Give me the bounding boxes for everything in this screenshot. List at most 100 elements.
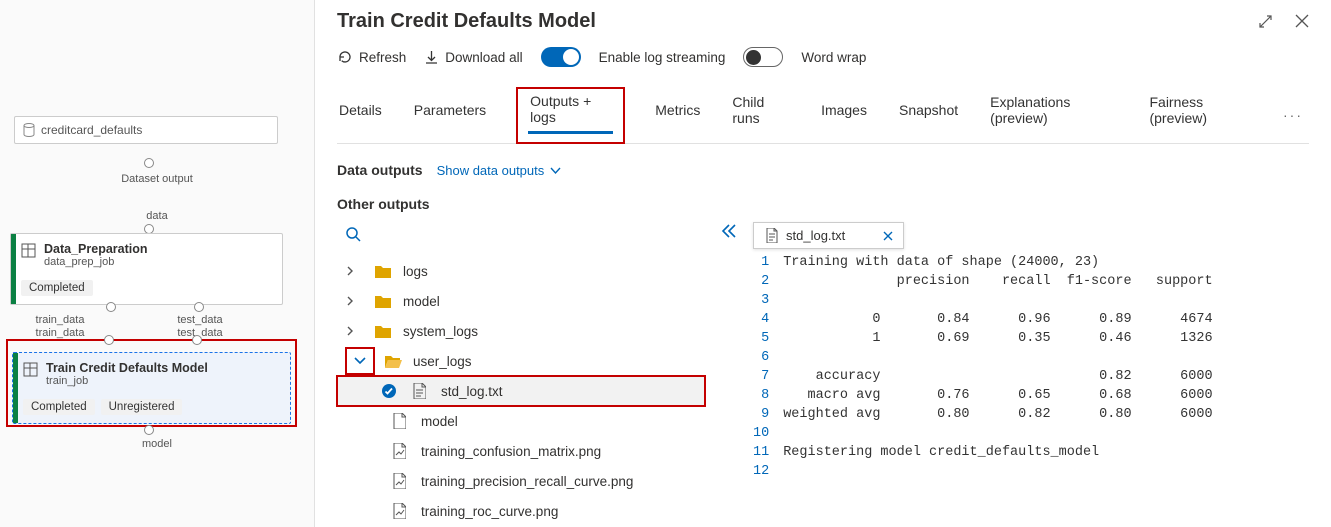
component-icon	[23, 361, 38, 377]
data-prep-node[interactable]: Data_Preparation data_prep_job Completed	[10, 233, 283, 305]
file-icon	[766, 228, 778, 243]
tree-label: system_logs	[403, 324, 478, 339]
data-outputs-heading: Data outputs	[337, 162, 423, 178]
tab-explanations[interactable]: Explanations (preview)	[988, 94, 1119, 136]
tree-file-roc-curve[interactable]: training_roc_curve.png	[337, 496, 705, 526]
output-tree: logs model system_logs	[337, 222, 705, 526]
editor-tab[interactable]: std_log.txt	[753, 222, 904, 249]
collapse-tree-button[interactable]	[715, 222, 743, 240]
editor-tab-label: std_log.txt	[786, 228, 845, 243]
port-icon[interactable]	[106, 302, 116, 312]
tree-folder-logs[interactable]: logs	[337, 256, 705, 286]
download-all-button[interactable]: Download all	[424, 50, 522, 65]
detail-panel: Train Credit Defaults Model Refresh Down…	[315, 0, 1331, 527]
chevron-down-icon	[345, 347, 375, 375]
tree-folder-model[interactable]: model	[337, 286, 705, 316]
edge-label: Dataset output	[0, 173, 314, 185]
folder-icon	[375, 295, 393, 308]
file-icon	[393, 413, 411, 429]
log-streaming-label: Enable log streaming	[599, 50, 726, 65]
refresh-icon	[337, 49, 353, 65]
download-label: Download all	[445, 50, 522, 65]
more-tabs-button[interactable]: ···	[1283, 107, 1309, 123]
node-subtitle: data_prep_job	[44, 256, 148, 268]
other-outputs-heading: Other outputs	[337, 196, 1309, 212]
file-icon	[413, 383, 431, 399]
edge-label: test_data	[100, 314, 300, 326]
tree-label: model	[403, 294, 440, 309]
edge-label: model	[0, 438, 314, 450]
refresh-label: Refresh	[359, 50, 406, 65]
node-subtitle: train_job	[46, 375, 208, 387]
tree-file-model[interactable]: model	[337, 406, 705, 436]
close-tab-icon[interactable]	[883, 231, 893, 241]
download-icon	[424, 50, 439, 65]
tree-file-confusion-matrix[interactable]: training_confusion_matrix.png	[337, 436, 705, 466]
selection-highlight: Train Credit Defaults Model train_job Co…	[6, 339, 297, 427]
file-icon	[393, 443, 411, 459]
word-wrap-toggle[interactable]	[743, 47, 783, 67]
tab-child-runs[interactable]: Child runs	[730, 94, 791, 136]
port-icon[interactable]	[104, 335, 114, 345]
folder-icon	[375, 265, 393, 278]
dataset-node[interactable]: creditcard_defaults	[14, 116, 278, 144]
search-icon[interactable]	[337, 222, 370, 253]
tree-file-pr-curve[interactable]: training_precision_recall_curve.png	[337, 466, 705, 496]
chevron-right-icon	[345, 296, 365, 306]
tree-label: training_roc_curve.png	[421, 504, 558, 519]
edge-label: data	[0, 210, 314, 222]
tree-folder-system-logs[interactable]: system_logs	[337, 316, 705, 346]
code-content[interactable]: Training with data of shape (24000, 23) …	[783, 253, 1212, 481]
tree-label: training_precision_recall_curve.png	[421, 474, 633, 489]
dataset-name: creditcard_defaults	[41, 123, 142, 137]
tab-outputs-logs[interactable]: Outputs + logs	[528, 93, 613, 134]
node-title: Train Credit Defaults Model	[46, 361, 208, 375]
check-icon	[381, 383, 397, 399]
show-data-outputs-link[interactable]: Show data outputs	[437, 163, 562, 178]
line-gutter: 123456789101112	[753, 253, 783, 481]
tab-fairness[interactable]: Fairness (preview)	[1147, 94, 1255, 136]
status-badge: Completed	[23, 399, 95, 415]
expand-icon[interactable]	[1258, 14, 1273, 29]
status-bar	[13, 353, 18, 423]
tab-parameters[interactable]: Parameters	[412, 102, 488, 128]
word-wrap-label: Word wrap	[801, 50, 866, 65]
file-icon	[393, 503, 411, 519]
chevron-right-icon	[345, 326, 365, 336]
selection-highlight: Outputs + logs	[516, 87, 625, 144]
tree-file-std-log[interactable]: std_log.txt	[337, 376, 705, 406]
train-model-node[interactable]: Train Credit Defaults Model train_job Co…	[12, 352, 291, 424]
tab-images[interactable]: Images	[819, 102, 869, 128]
chevron-down-icon	[550, 165, 561, 176]
log-viewer: std_log.txt 123456789101112 Training wit…	[753, 222, 1309, 481]
port-icon[interactable]	[194, 302, 204, 312]
tab-bar: Details Parameters Outputs + logs Metric…	[337, 87, 1309, 144]
close-icon[interactable]	[1295, 14, 1309, 29]
database-icon	[23, 123, 35, 137]
tab-details[interactable]: Details	[337, 102, 384, 128]
status-badge: Completed	[21, 280, 93, 296]
toolbar: Refresh Download all Enable log streamin…	[337, 47, 1309, 67]
log-streaming-toggle[interactable]	[541, 47, 581, 67]
pipeline-canvas[interactable]: creditcard_defaults Dataset output data …	[0, 0, 315, 527]
tree-label: training_confusion_matrix.png	[421, 444, 601, 459]
register-badge: Unregistered	[101, 399, 183, 415]
chevron-right-icon	[345, 266, 365, 276]
file-icon	[393, 473, 411, 489]
refresh-button[interactable]: Refresh	[337, 49, 406, 65]
tree-label: model	[421, 414, 458, 429]
port-icon[interactable]	[192, 335, 202, 345]
node-title: Data_Preparation	[44, 242, 148, 256]
port-icon[interactable]	[144, 425, 154, 435]
tab-snapshot[interactable]: Snapshot	[897, 102, 960, 128]
tree-label: std_log.txt	[441, 384, 503, 399]
tree-label: user_logs	[413, 354, 472, 369]
port-icon[interactable]	[144, 158, 154, 168]
link-label: Show data outputs	[437, 163, 545, 178]
tree-label: logs	[403, 264, 428, 279]
tree-folder-user-logs[interactable]: user_logs	[337, 346, 705, 376]
tab-metrics[interactable]: Metrics	[653, 102, 702, 128]
page-title: Train Credit Defaults Model	[337, 10, 1258, 33]
status-bar	[11, 234, 16, 304]
folder-icon	[375, 325, 393, 338]
